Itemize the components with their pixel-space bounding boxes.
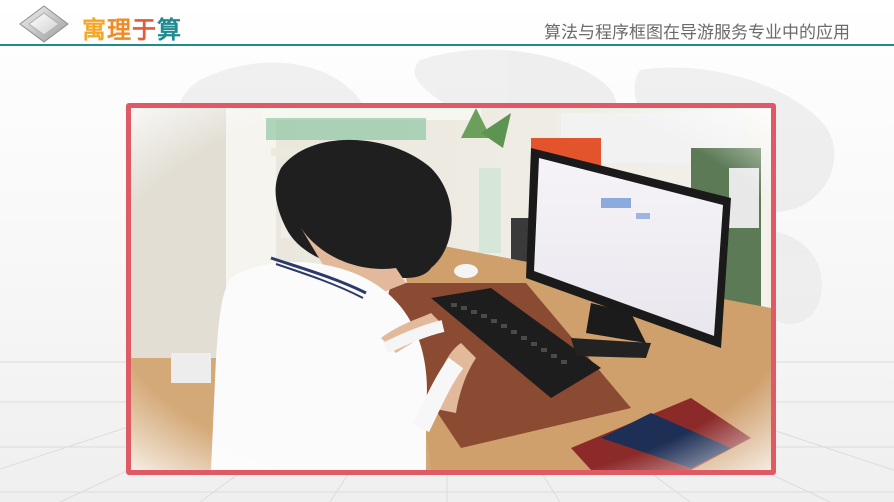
page-title: 算法与程序框图在导游服务专业中的应用	[544, 23, 850, 43]
logo-title: 寓理于算	[82, 10, 182, 44]
logo-char-3: 于	[132, 16, 157, 44]
student-computer-photo	[131, 108, 771, 470]
logo-char-4: 算	[157, 16, 182, 44]
photo-frame	[126, 103, 776, 475]
logo-char-2: 理	[107, 16, 132, 44]
logo-char-1: 寓	[82, 16, 107, 44]
header-divider	[0, 44, 894, 46]
diamond-logo-icon	[19, 5, 69, 43]
